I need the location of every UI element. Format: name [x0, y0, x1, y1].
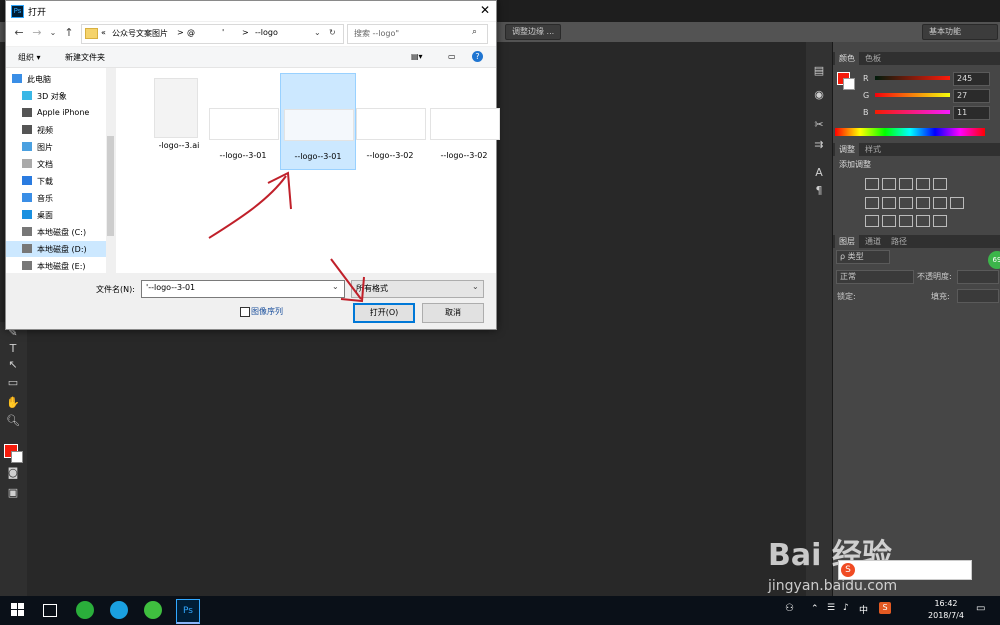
- fill-input[interactable]: [957, 289, 999, 303]
- contacts-app-icon[interactable]: [110, 601, 128, 619]
- character-icon[interactable]: A: [810, 166, 828, 180]
- sogou-tray-icon[interactable]: S: [879, 602, 891, 614]
- status-badge: 69: [988, 251, 1000, 269]
- history-icon[interactable]: ▤: [810, 64, 828, 78]
- paragraph-icon[interactable]: ¶: [810, 184, 828, 198]
- photo-filter-icon[interactable]: [916, 197, 930, 209]
- photoshop-toolbar: ✎ T ↖ ▭ ✋ 🔍︎ ◙ ▣: [0, 322, 27, 612]
- selective-color-icon[interactable]: [933, 215, 947, 227]
- blend-mode-select[interactable]: 正常: [836, 270, 914, 284]
- collapsed-panels-strip: ▤ ◉ ✂ ⇉ A ¶: [806, 42, 833, 602]
- system-tray: ⚇ ⌃ ☰ ♪ 中 S 16:42 2018/7/4 ▭: [783, 596, 1000, 625]
- tab-layers[interactable]: 图层: [835, 235, 859, 248]
- open-file-dialog: Ps 打开 ✕ ← → ⌄ ↑ « 公众号文案图片 > @ ' > --logo…: [5, 0, 500, 330]
- bw-icon[interactable]: [899, 197, 913, 209]
- people-icon[interactable]: ⚇: [785, 603, 794, 614]
- tab-styles[interactable]: 样式: [861, 143, 885, 156]
- color-ramp[interactable]: [835, 128, 985, 136]
- sogou-ime-toolbar[interactable]: S: [838, 560, 972, 580]
- color-lookup-icon[interactable]: [950, 197, 964, 209]
- tab-paths[interactable]: 路径: [887, 235, 911, 248]
- path-select-tool-icon[interactable]: ↖: [4, 358, 22, 372]
- zoom-tool-icon[interactable]: 🔍︎: [4, 414, 22, 428]
- type-tool-icon[interactable]: T: [4, 342, 22, 356]
- tray-up-icon[interactable]: ⌃: [811, 604, 819, 614]
- vibrance-icon[interactable]: [933, 178, 947, 190]
- screen-mode-icon[interactable]: ▣: [4, 486, 22, 500]
- green-value[interactable]: 27: [953, 89, 990, 103]
- posterize-icon[interactable]: [882, 215, 896, 227]
- opacity-label: 不透明度:: [917, 272, 952, 281]
- clone-source-icon[interactable]: ⇉: [810, 138, 828, 152]
- fill-label: 填充:: [931, 292, 950, 301]
- background-color-swatch[interactable]: [11, 451, 23, 463]
- adjustments-panel-tabs: 调整 样式: [833, 143, 1000, 156]
- hue-icon[interactable]: [865, 197, 879, 209]
- channel-mixer-icon[interactable]: [933, 197, 947, 209]
- color-panel-tabs: 颜色 色板: [833, 52, 1000, 65]
- annotation-arrows: [208, 171, 365, 303]
- workspace-select[interactable]: 基本功能: [922, 24, 998, 40]
- clock-date: 2018/7/4: [928, 611, 964, 620]
- invert-icon[interactable]: [865, 215, 879, 227]
- sogou-logo-icon: S: [841, 563, 855, 577]
- notification-icon[interactable]: ▭: [976, 603, 985, 614]
- gradient-map-icon[interactable]: [916, 215, 930, 227]
- brightness-icon[interactable]: [865, 178, 879, 190]
- threshold-icon[interactable]: [899, 215, 913, 227]
- tab-adjustments[interactable]: 调整: [835, 143, 859, 156]
- color-balance-icon[interactable]: [882, 197, 896, 209]
- rectangle-tool-icon[interactable]: ▭: [4, 376, 22, 390]
- hand-tool-icon[interactable]: ✋: [4, 396, 22, 410]
- tab-channels[interactable]: 通道: [861, 235, 885, 248]
- ime-mode-label[interactable]: 中: [859, 603, 868, 616]
- refine-edge-button[interactable]: 调整边缘 ...: [505, 24, 562, 40]
- task-view-icon[interactable]: [43, 604, 57, 617]
- tab-swatches[interactable]: 色板: [861, 52, 885, 65]
- brush-icon[interactable]: ✂: [810, 118, 828, 132]
- layer-filter-select[interactable]: ρ 类型: [836, 250, 890, 264]
- red-slider[interactable]: R 245: [833, 72, 1000, 88]
- exposure-icon[interactable]: [916, 178, 930, 190]
- browser-icon[interactable]: [144, 601, 162, 619]
- green-slider[interactable]: G 27: [833, 89, 1000, 105]
- levels-icon[interactable]: [882, 178, 896, 190]
- lock-label: 锁定:: [837, 292, 856, 301]
- network-icon[interactable]: ☰: [827, 603, 835, 613]
- opacity-input[interactable]: [957, 270, 999, 284]
- red-value[interactable]: 245: [953, 72, 990, 86]
- wechat-icon[interactable]: [76, 601, 94, 619]
- tab-color[interactable]: 颜色: [835, 52, 859, 65]
- windows-start-icon[interactable]: [11, 603, 25, 617]
- clock[interactable]: 16:42 2018/7/4: [921, 599, 971, 620]
- layers-panel-tabs: 图层 通道 路径: [833, 235, 1000, 248]
- clock-time: 16:42: [934, 599, 958, 608]
- curves-icon[interactable]: [899, 178, 913, 190]
- right-panels: 颜色 色板 R 245 G 27 B 11 调整 样式 添加调整 图层 通道 路…: [833, 42, 1000, 602]
- add-adjustment-label: 添加调整: [839, 160, 871, 169]
- blue-slider[interactable]: B 11: [833, 106, 1000, 122]
- blue-value[interactable]: 11: [953, 106, 990, 120]
- volume-icon[interactable]: ♪: [843, 603, 849, 613]
- quick-mask-icon[interactable]: ◙: [4, 466, 22, 480]
- photoshop-taskbar-icon[interactable]: Ps: [176, 599, 200, 624]
- properties-icon[interactable]: ◉: [810, 88, 828, 102]
- windows-taskbar: Ps ⚇ ⌃ ☰ ♪ 中 S 16:42 2018/7/4 ▭: [0, 596, 1000, 625]
